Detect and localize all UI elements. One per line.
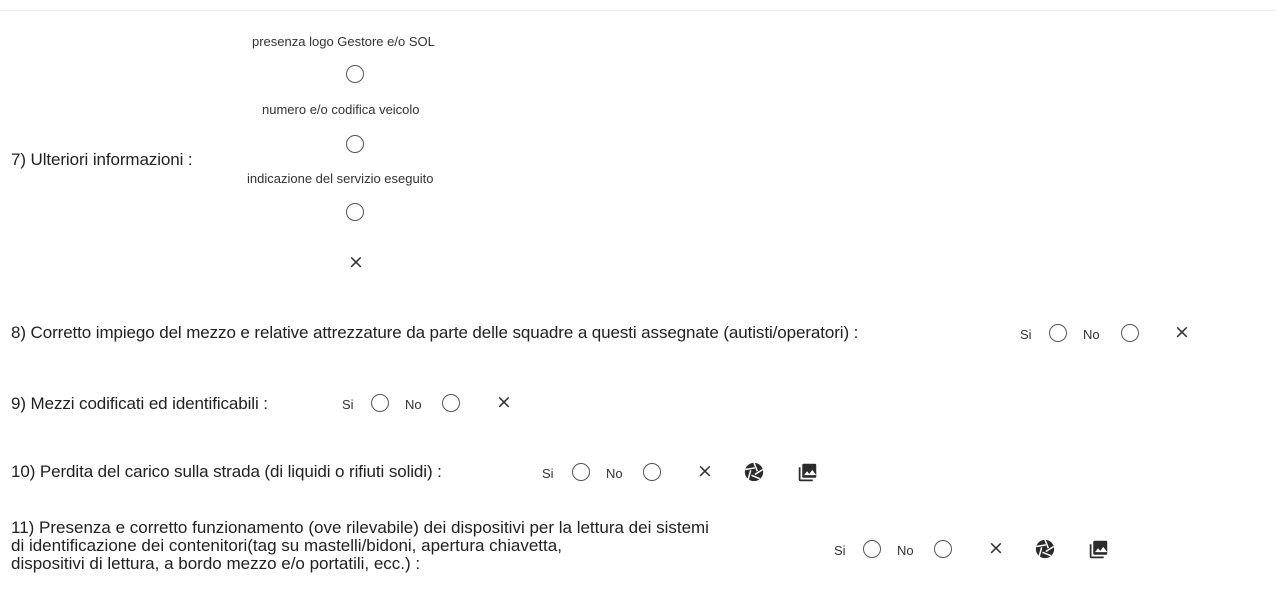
clear-icon[interactable]: × [988,539,1004,558]
camera-aperture-icon[interactable] [1035,539,1055,559]
question-11-label: 11) Presenza e corretto funzionamento (o… [11,518,709,573]
no-label: No [606,466,623,481]
no-label: No [897,543,914,558]
yes-radio[interactable] [572,463,590,481]
yes-label: Si [1020,327,1032,342]
yes-label: Si [342,397,354,412]
photo-library-icon[interactable] [1088,539,1109,560]
yes-label: Si [542,466,554,481]
no-label: No [1083,327,1100,342]
option-label-service: indicazione del servizio eseguito [247,171,434,186]
yes-radio[interactable] [371,394,389,412]
clear-icon[interactable]: × [697,462,713,481]
no-radio[interactable] [934,540,952,558]
photo-library-icon[interactable] [797,462,818,483]
clear-icon[interactable]: × [496,393,512,412]
clear-icon[interactable]: × [1174,323,1190,342]
option-radio-logo[interactable] [346,65,364,83]
question-10-label: 10) Perdita del carico sulla strada (di … [11,462,442,481]
option-radio-vehicle-code[interactable] [346,135,364,153]
no-radio[interactable] [643,463,661,481]
yes-radio[interactable] [1049,324,1067,342]
no-radio[interactable] [1121,324,1139,342]
camera-aperture-icon[interactable] [744,462,764,482]
option-label-vehicle-code: numero e/o codifica veicolo [262,102,420,117]
yes-label: Si [834,543,846,558]
question-9-label: 9) Mezzi codificati ed identificabili : [11,394,268,413]
question-8-label: 8) Corretto impiego del mezzo e relative… [11,323,859,342]
option-radio-service[interactable] [346,203,364,221]
yes-radio[interactable] [863,540,881,558]
question-7-label: 7) Ulteriori informazioni : [11,150,193,169]
option-label-logo: presenza logo Gestore e/o SOL [252,34,435,49]
no-label: No [405,397,422,412]
no-radio[interactable] [442,394,460,412]
clear-icon[interactable]: × [348,253,364,272]
top-divider [0,10,1276,11]
